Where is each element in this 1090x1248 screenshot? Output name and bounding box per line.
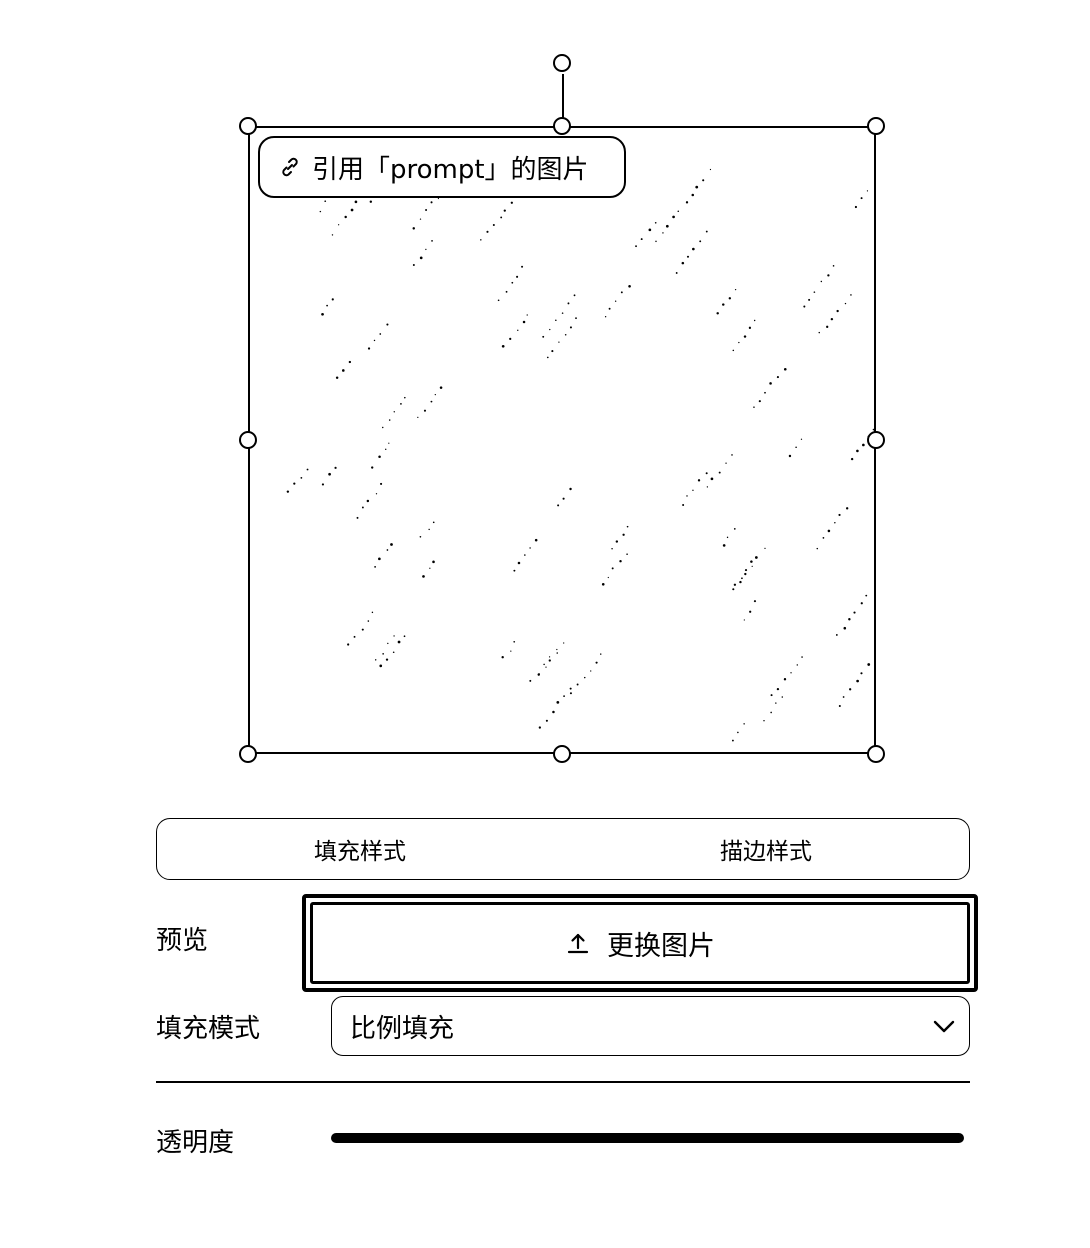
resize-handle-bottom-center[interactable] xyxy=(553,745,571,763)
image-content xyxy=(286,160,874,742)
resize-handle-top-right[interactable] xyxy=(867,117,885,135)
image-frame[interactable] xyxy=(248,126,876,754)
replace-image-button[interactable]: 更换图片 xyxy=(302,894,978,992)
opacity-slider[interactable] xyxy=(331,1133,964,1143)
rotate-handle[interactable] xyxy=(553,54,571,72)
style-tabs: 填充样式 描边样式 xyxy=(156,818,970,880)
section-divider xyxy=(156,1081,970,1083)
fill-mode-value: 比例填充 xyxy=(350,1013,455,1044)
resize-handle-middle-left[interactable] xyxy=(239,431,257,449)
opacity-label: 透明度 xyxy=(156,1128,235,1158)
resize-handle-bottom-left[interactable] xyxy=(239,745,257,763)
tab-stroke-style[interactable]: 描边样式 xyxy=(563,819,969,879)
prompt-reference-badge[interactable]: 引用「prompt」的图片 xyxy=(258,136,626,198)
resize-handle-bottom-right[interactable] xyxy=(867,745,885,763)
resize-handle-top-left[interactable] xyxy=(239,117,257,135)
preview-label: 预览 xyxy=(156,926,209,956)
link-icon xyxy=(278,155,302,179)
replace-image-button-label: 更换图片 xyxy=(607,930,715,962)
fill-mode-label: 填充模式 xyxy=(156,1014,261,1044)
resize-handle-top-center[interactable] xyxy=(553,117,571,135)
fill-mode-select[interactable]: 比例填充 xyxy=(331,996,970,1056)
prompt-reference-label: 引用「prompt」的图片 xyxy=(312,154,589,185)
resize-handle-middle-right[interactable] xyxy=(867,431,885,449)
upload-icon xyxy=(565,930,591,956)
chevron-down-icon xyxy=(933,1020,955,1033)
tab-fill-style[interactable]: 填充样式 xyxy=(157,819,563,879)
